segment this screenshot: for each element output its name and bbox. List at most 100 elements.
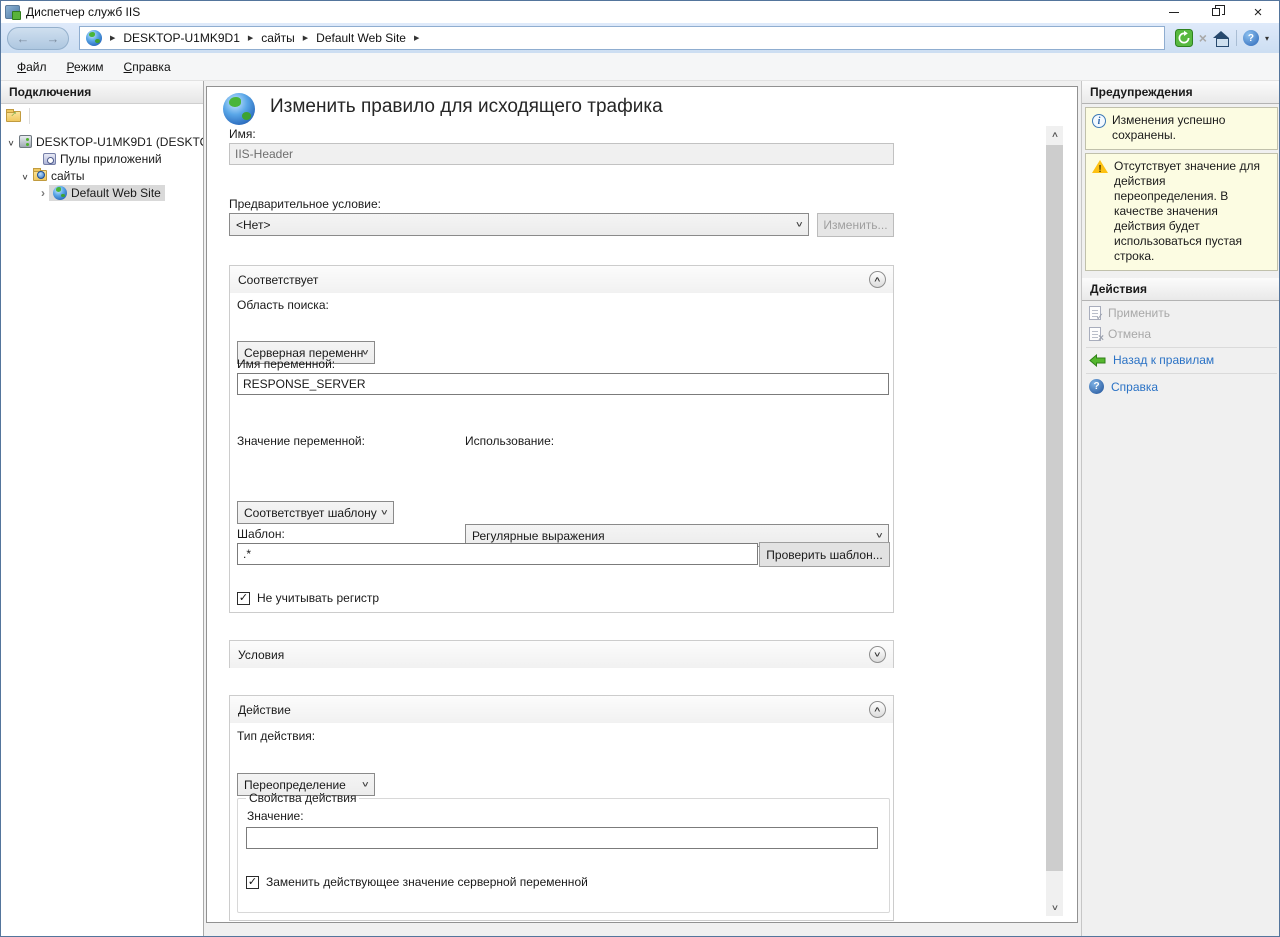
back-icon[interactable]: ← xyxy=(17,32,30,45)
menu-help[interactable]: Справка xyxy=(114,56,181,78)
ignore-case-label: Не учитывать регистр xyxy=(257,591,379,605)
value-input[interactable] xyxy=(246,827,878,849)
restore-icon xyxy=(1212,8,1220,16)
chevron-down-icon: ∨ xyxy=(380,507,389,516)
close-icon: × xyxy=(1254,5,1263,20)
connections-pane: Подключения DESKTOP-U1MK9D1 (DESKTOI Пул… xyxy=(1,81,204,936)
ignore-case-checkbox[interactable] xyxy=(237,592,250,605)
scrollbar-thumb[interactable] xyxy=(1046,145,1063,871)
tree-item-app-pools[interactable]: Пулы приложений xyxy=(1,150,203,167)
cancel-action: × Отмена xyxy=(1082,325,1280,343)
info-icon: i xyxy=(1092,114,1106,128)
chevron-down-icon[interactable] xyxy=(19,169,31,183)
window-title: Диспетчер служб IIS xyxy=(26,5,140,19)
breadcrumb-arrow-icon: ▶ xyxy=(303,34,308,42)
precondition-select[interactable]: <Нет> ∨ xyxy=(229,213,809,236)
test-pattern-button[interactable]: Проверить шаблон... xyxy=(759,542,890,567)
chevron-down-icon: ∨ xyxy=(875,530,884,539)
chevron-right-icon[interactable] xyxy=(37,186,49,200)
expand-section-button[interactable]: ∨ xyxy=(869,646,886,663)
menu-bar: Файл Режим Справка xyxy=(1,53,1279,81)
selected-tree-item[interactable]: Default Web Site xyxy=(49,185,165,201)
apply-action: ✓ Применить xyxy=(1082,304,1280,322)
variable-value-label: Значение переменной: xyxy=(237,434,365,448)
breadcrumb: ▶ DESKTOP-U1MK9D1 ▶ сайты ▶ Default Web … xyxy=(79,26,1165,50)
connections-toolbar xyxy=(1,104,203,128)
precondition-label: Предварительное условие: xyxy=(229,197,381,211)
globe-icon xyxy=(53,186,67,200)
breadcrumb-arrow-icon: ▶ xyxy=(414,34,419,42)
action-type-label: Тип действия: xyxy=(237,729,315,743)
actions-separator xyxy=(1086,347,1277,348)
close-button[interactable]: × xyxy=(1237,1,1279,23)
pattern-label: Шаблон: xyxy=(237,527,285,541)
home-icon[interactable] xyxy=(1213,31,1230,46)
address-bar: ← → ▶ DESKTOP-U1MK9D1 ▶ сайты ▶ Default … xyxy=(1,23,1279,53)
pattern-input[interactable] xyxy=(237,543,758,565)
info-alert-text: Изменения успешно сохранены. xyxy=(1112,113,1271,143)
stop-icon: × xyxy=(1199,31,1207,45)
server-icon xyxy=(19,135,32,148)
replace-checkbox[interactable] xyxy=(246,876,259,889)
breadcrumb-arrow-icon: ▶ xyxy=(248,34,253,42)
warning-alert: Отсутствует значение для действия переоп… xyxy=(1085,153,1278,271)
breadcrumb-server[interactable]: DESKTOP-U1MK9D1 xyxy=(123,31,239,45)
forward-icon[interactable]: → xyxy=(47,32,60,45)
sites-folder-icon xyxy=(33,170,47,181)
vertical-scrollbar[interactable]: ∧ ∨ xyxy=(1046,126,1063,916)
tree-item-sites[interactable]: сайты xyxy=(1,167,203,184)
variable-name-label: Имя переменной: xyxy=(237,357,335,371)
back-to-rules-action[interactable]: Назад к правилам xyxy=(1082,351,1280,369)
help-caret-icon[interactable]: ▾ xyxy=(1265,34,1269,43)
value-label: Значение: xyxy=(247,809,881,823)
restart-icon[interactable] xyxy=(1175,29,1193,47)
action-section: Действие ∧ Тип действия: Переопределение… xyxy=(229,695,894,921)
action-properties-group: Свойства действия Значение: Заменить дей… xyxy=(237,791,890,913)
chevron-up-icon: ∧ xyxy=(873,275,882,284)
app-pools-icon xyxy=(43,153,56,165)
tree-item-default-web-site[interactable]: Default Web Site xyxy=(1,184,203,201)
match-section-header: Соответствует ∧ xyxy=(230,266,893,293)
cancel-label: Отмена xyxy=(1108,327,1151,341)
chevron-down-icon: ∨ xyxy=(361,779,370,788)
collapse-section-button[interactable]: ∧ xyxy=(869,701,886,718)
help-action[interactable]: ? Справка xyxy=(1082,377,1280,396)
tree-item-label: Default Web Site xyxy=(71,186,161,200)
scroll-down-button[interactable]: ∨ xyxy=(1046,899,1063,916)
connections-tree: DESKTOP-U1MK9D1 (DESKTOI Пулы приложений… xyxy=(1,128,203,201)
page-title: Изменить правило для исходящего трафика xyxy=(270,96,663,118)
scope-label: Область поиска: xyxy=(237,298,329,312)
restore-button[interactable] xyxy=(1195,1,1237,23)
iis-app-icon xyxy=(5,5,20,19)
replace-label: Заменить действующее значение серверной … xyxy=(266,875,588,889)
match-section-title: Соответствует xyxy=(238,273,318,287)
chevron-down-icon[interactable] xyxy=(5,135,17,149)
tree-item-server[interactable]: DESKTOP-U1MK9D1 (DESKTOI xyxy=(1,133,203,150)
help-icon[interactable]: ? xyxy=(1243,30,1259,46)
scroll-up-button[interactable]: ∧ xyxy=(1046,126,1063,143)
title-bar: Диспетчер служб IIS × xyxy=(1,1,1279,23)
conditions-section-title: Условия xyxy=(238,648,284,662)
menu-view[interactable]: Режим xyxy=(57,56,114,78)
collapse-section-button[interactable]: ∧ xyxy=(869,271,886,288)
save-connection-icon[interactable] xyxy=(6,111,21,122)
alerts-header: Предупреждения xyxy=(1082,81,1280,104)
warning-icon xyxy=(1092,160,1108,174)
breadcrumb-default-web-site[interactable]: Default Web Site xyxy=(316,31,406,45)
info-alert: i Изменения успешно сохранены. xyxy=(1085,107,1278,150)
tree-item-label: сайты xyxy=(51,169,85,183)
action-section-header: Действие ∧ xyxy=(230,696,893,723)
tree-item-label: Пулы приложений xyxy=(60,152,162,166)
menu-file[interactable]: Файл xyxy=(7,56,57,78)
globe-icon xyxy=(86,30,102,46)
using-label: Использование: xyxy=(465,434,554,448)
variable-name-input[interactable] xyxy=(237,373,889,395)
variable-value-select[interactable]: Соответствует шаблону ∨ xyxy=(237,501,394,524)
breadcrumb-sites[interactable]: сайты xyxy=(261,31,295,45)
actions-header: Действия xyxy=(1082,278,1280,301)
back-arrow-icon xyxy=(1089,354,1106,367)
minimize-button[interactable] xyxy=(1153,1,1195,23)
cancel-icon: × xyxy=(1089,327,1101,341)
chevron-up-icon: ∧ xyxy=(1050,130,1058,139)
name-label: Имя: xyxy=(229,127,256,141)
